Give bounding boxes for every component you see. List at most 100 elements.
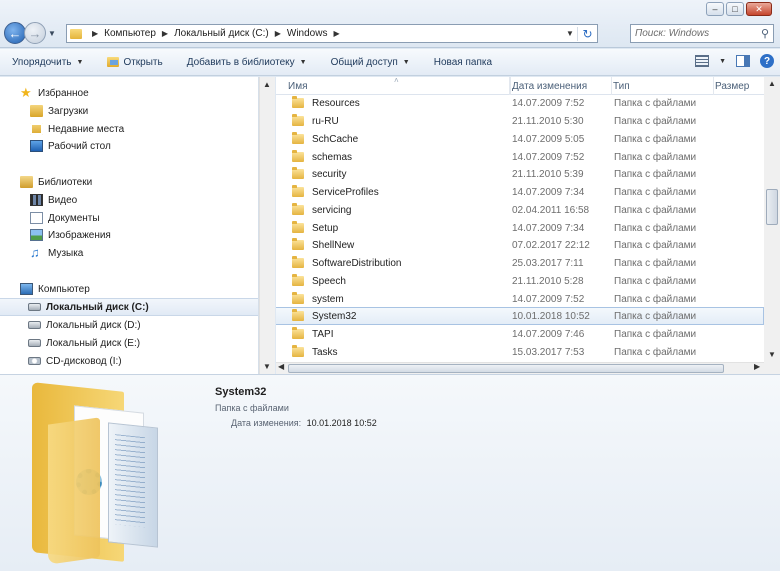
new-folder-label: Новая папка — [433, 56, 493, 68]
file-type: Папка с файлами — [614, 275, 697, 287]
file-row[interactable]: Tasks 15.03.2017 7:53 Папка с файлами — [276, 343, 764, 361]
scroll-thumb[interactable] — [288, 364, 724, 373]
open-button[interactable]: Открыть — [95, 49, 174, 75]
breadcrumb-windows[interactable]: Windows — [287, 28, 328, 39]
nav-pictures[interactable]: Изображения — [0, 226, 258, 244]
add-to-library-button[interactable]: Добавить в библиотеку ▼ — [175, 49, 319, 75]
nav-documents[interactable]: Документы — [0, 209, 258, 227]
column-size[interactable]: Размер — [714, 77, 764, 95]
close-button[interactable]: ✕ — [746, 2, 772, 16]
back-button[interactable]: ← — [4, 22, 26, 44]
search-input[interactable]: Поиск: Windows ⚲ — [630, 24, 774, 43]
nav-recent-places[interactable]: Недавние места — [0, 120, 258, 138]
nav-drive-c[interactable]: Локальный диск (C:) — [0, 298, 258, 316]
file-row[interactable]: TAPI 14.07.2009 7:46 Папка с файлами — [276, 325, 764, 343]
change-view-icon[interactable] — [695, 55, 710, 67]
help-icon[interactable]: ? — [760, 54, 774, 68]
maximize-button[interactable]: □ — [726, 2, 744, 16]
scroll-left-icon[interactable]: ◀ — [278, 362, 284, 371]
search-icon[interactable]: ⚲ — [761, 27, 769, 40]
chevron-right-icon[interactable]: ▶ — [92, 29, 98, 38]
breadcrumb-drive-c[interactable]: Локальный диск (C:) — [174, 28, 269, 39]
nav-video[interactable]: Видео — [0, 191, 258, 209]
chevron-right-icon[interactable]: ▶ — [162, 29, 168, 38]
file-row[interactable]: ShellNew 07.02.2017 22:12 Папка с файлам… — [276, 236, 764, 254]
drive-icon — [28, 321, 41, 329]
nav-libraries[interactable]: Библиотеки — [0, 173, 258, 191]
music-note-icon: ♫ — [30, 245, 40, 260]
file-name: SoftwareDistribution — [312, 257, 402, 269]
column-type[interactable]: Тип — [612, 77, 714, 95]
file-row[interactable]: SoftwareDistribution 25.03.2017 7:11 Пап… — [276, 254, 764, 272]
file-date: 10.01.2018 10:52 — [512, 310, 590, 322]
nav-label: Компьютер — [38, 283, 90, 295]
file-date: 14.07.2009 7:52 — [512, 97, 585, 109]
folder-icon — [292, 132, 304, 144]
breadcrumb-computer[interactable]: Компьютер — [104, 28, 156, 39]
nav-cd-drive[interactable]: CD-дисковод (I:) — [0, 352, 258, 370]
column-date[interactable]: Дата изменения — [510, 77, 612, 95]
refresh-icon[interactable]: ↻ — [577, 26, 597, 41]
file-row[interactable]: Setup 14.07.2009 7:34 Папка с файлами — [276, 219, 764, 237]
recent-pages-dropdown[interactable]: ▼ — [48, 29, 56, 38]
nav-label: Библиотеки — [38, 176, 93, 188]
file-list-horizontal-scrollbar[interactable]: ◀ ▶ — [276, 362, 764, 374]
nav-music[interactable]: ♫ Музыка — [0, 244, 258, 262]
file-name: ru-RU — [312, 115, 339, 127]
nav-label: Избранное — [38, 87, 89, 99]
nav-desktop[interactable]: Рабочий стол — [0, 137, 258, 155]
scroll-down-icon[interactable]: ▼ — [768, 350, 776, 359]
forward-button[interactable]: → — [24, 22, 46, 44]
navigation-buttons: ← → ▼ — [4, 22, 56, 44]
folder-icon — [292, 203, 304, 215]
nav-label: Загрузки — [48, 105, 89, 117]
file-row[interactable]: SchCache 14.07.2009 5:05 Папка с файлами — [276, 130, 764, 148]
file-row[interactable]: security 21.11.2010 5:39 Папка с файлами — [276, 165, 764, 183]
file-row[interactable]: system 14.07.2009 7:52 Папка с файлами — [276, 290, 764, 308]
new-folder-button[interactable]: Новая папка — [422, 49, 504, 75]
file-date: 14.07.2009 7:46 — [512, 328, 585, 340]
preview-pane-icon[interactable] — [736, 55, 750, 67]
file-name: security — [312, 168, 347, 180]
file-row[interactable]: schemas 14.07.2009 7:52 Папка с файлами — [276, 148, 764, 166]
share-button[interactable]: Общий доступ ▼ — [319, 49, 422, 75]
nav-drive-e[interactable]: Локальный диск (E:) — [0, 334, 258, 352]
file-name: servicing — [312, 204, 352, 216]
address-dropdown-icon[interactable]: ▼ — [563, 29, 577, 38]
nav-drive-d[interactable]: Локальный диск (D:) — [0, 316, 258, 334]
scroll-down-icon[interactable]: ▼ — [263, 362, 271, 371]
column-name[interactable]: ˄ Имя — [276, 77, 510, 95]
minimize-button[interactable]: – — [706, 2, 724, 16]
view-dropdown-icon[interactable]: ▼ — [719, 58, 726, 65]
organize-button[interactable]: Упорядочить ▼ — [0, 49, 95, 75]
scroll-thumb[interactable] — [766, 189, 778, 225]
title-bar: – □ ✕ ← → ▼ ▶ Компьютер ▶ Локальный диск… — [0, 0, 780, 48]
scroll-right-icon[interactable]: ▶ — [754, 362, 760, 371]
file-row[interactable]: Speech 21.11.2010 5:28 Папка с файлами — [276, 272, 764, 290]
chevron-right-icon[interactable]: ▶ — [275, 29, 281, 38]
file-row[interactable]: ServiceProfiles 14.07.2009 7:34 Папка с … — [276, 183, 764, 201]
scroll-up-icon[interactable]: ▲ — [263, 80, 271, 89]
file-row[interactable]: Resources 14.07.2009 7:52 Папка с файлам… — [276, 94, 764, 112]
details-modified: Дата изменения: 10.01.2018 10:52 — [231, 418, 377, 428]
file-row[interactable]: ru-RU 21.11.2010 5:30 Папка с файлами — [276, 112, 764, 130]
address-bar[interactable]: ▶ Компьютер ▶ Локальный диск (C:) ▶ Wind… — [66, 24, 598, 43]
nav-computer[interactable]: Компьютер — [0, 280, 258, 298]
file-row-selected[interactable]: System32 10.01.2018 10:52 Папка с файлам… — [276, 307, 764, 325]
folder-icon — [292, 150, 304, 162]
file-list-vertical-scrollbar[interactable]: ▲ ▼ — [764, 77, 780, 362]
folder-icon — [292, 96, 304, 108]
nav-downloads[interactable]: Загрузки — [0, 102, 258, 120]
share-label: Общий доступ — [330, 56, 398, 68]
nav-favorites[interactable]: ★ Избранное — [0, 84, 258, 102]
breadcrumb: ▶ Компьютер ▶ Локальный диск (C:) ▶ Wind… — [86, 28, 346, 39]
drive-icon — [28, 303, 41, 311]
navigation-scrollbar[interactable]: ▲ ▼ — [259, 77, 275, 374]
file-type: Папка с файлами — [614, 310, 697, 322]
scroll-up-icon[interactable]: ▲ — [768, 79, 776, 88]
chevron-right-icon[interactable]: ▶ — [333, 29, 339, 38]
file-row[interactable]: servicing 02.04.2011 16:58 Папка с файла… — [276, 201, 764, 219]
file-name: ServiceProfiles — [312, 186, 379, 198]
file-name: SchCache — [312, 133, 359, 145]
chevron-down-icon: ▼ — [402, 58, 410, 66]
